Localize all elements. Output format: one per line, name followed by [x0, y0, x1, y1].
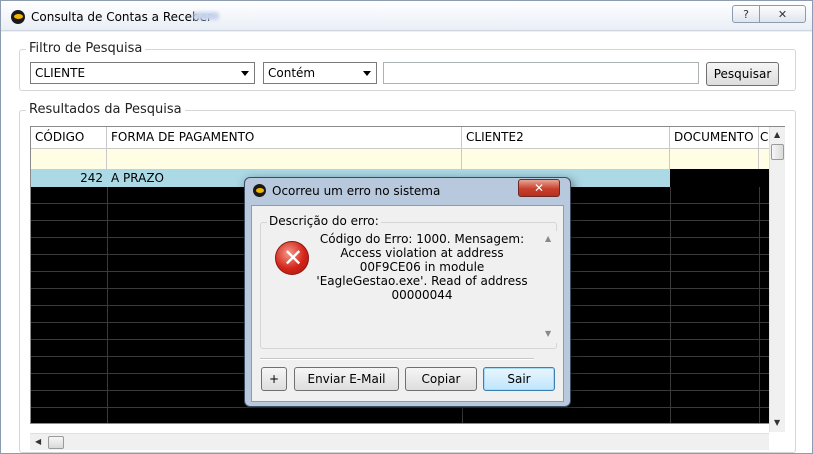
redacted-title-suffix — [193, 12, 219, 20]
grid-header: CÓDIGO FORMA DE PAGAMENTO CLIENTE2 DOCUM… — [31, 127, 769, 149]
expand-button[interactable]: + — [261, 367, 287, 391]
scroll-down-icon[interactable]: ▼ — [774, 418, 780, 427]
close-button[interactable]: ✕ — [760, 5, 806, 23]
scroll-up-icon[interactable]: ▲ — [774, 130, 780, 139]
operator-select[interactable]: Contém — [263, 62, 377, 84]
scroll-thumb[interactable] — [771, 144, 784, 160]
error-message-line: 00F9CE06 in module — [359, 260, 485, 274]
column-header-c[interactable]: C — [759, 127, 769, 149]
scroll-up-icon[interactable]: ▲ — [545, 234, 551, 243]
field-select-value: CLIENTE — [35, 66, 86, 80]
dialog-title-bar[interactable]: Ocorreu um erro no sistema ✕ — [245, 178, 570, 202]
filter-cell[interactable] — [759, 149, 769, 169]
results-group-label: Resultados da Pesquisa — [26, 102, 185, 117]
filter-cell[interactable] — [462, 149, 670, 169]
vertical-scrollbar[interactable]: ▲ ▼ — [769, 127, 785, 432]
column-divider — [759, 187, 760, 423]
column-header-codigo[interactable]: CÓDIGO — [31, 127, 107, 149]
column-header-cliente2[interactable]: CLIENTE2 — [462, 127, 670, 149]
field-select[interactable]: CLIENTE — [30, 62, 255, 84]
error-description-label: Descrição do erro: — [267, 214, 381, 228]
error-message-line: 00000044 — [391, 288, 453, 302]
error-message: Código do Erro: 1000. Mensagem: Access v… — [311, 232, 533, 302]
dialog-body: Descrição do erro: ✕ Código do Erro: 100… — [251, 205, 564, 402]
error-description-group: Descrição do erro: ✕ Código do Erro: 100… — [260, 214, 557, 349]
error-dialog: Ocorreu um erro no sistema ✕ Descrição d… — [244, 177, 571, 407]
filter-cell[interactable] — [31, 149, 107, 169]
error-message-box[interactable]: ✕ Código do Erro: 1000. Mensagem: Access… — [267, 231, 557, 343]
filter-group-label: Filtro de Pesquisa — [26, 41, 146, 56]
column-divider — [670, 187, 671, 423]
error-message-line: Access violation at address — [340, 246, 504, 260]
filter-cell[interactable] — [670, 149, 759, 169]
message-scrollbar[interactable]: ▲ ▼ — [541, 231, 557, 343]
main-window: Consulta de Contas a Receber ? ✕ Filtro … — [0, 0, 813, 454]
title-bar[interactable]: Consulta de Contas a Receber ? ✕ — [1, 1, 812, 31]
exit-button[interactable]: Sair — [483, 367, 555, 391]
window-title: Consulta de Contas a Receber — [31, 10, 212, 24]
separator — [260, 358, 534, 360]
dialog-close-button[interactable]: ✕ — [518, 179, 560, 197]
dialog-title: Ocorreu um erro no sistema — [272, 184, 441, 198]
cell-codigo: 242 — [31, 169, 107, 187]
search-input[interactable] — [383, 62, 699, 84]
help-button[interactable]: ? — [732, 5, 760, 23]
chevron-down-icon — [363, 71, 371, 76]
copy-button[interactable]: Copiar — [405, 367, 477, 391]
cell-c — [759, 169, 769, 187]
error-message-line: 'EagleGestao.exe'. Read of address — [316, 274, 528, 288]
scroll-down-icon[interactable]: ▼ — [545, 329, 551, 338]
filter-cell[interactable] — [107, 149, 462, 169]
column-divider — [107, 187, 108, 423]
cell-documento — [670, 169, 759, 187]
column-header-documento[interactable]: DOCUMENTO — [670, 127, 759, 149]
horizontal-scrollbar[interactable]: ◀ — [30, 433, 769, 450]
error-message-line: Código do Erro: 1000. Mensagem: — [319, 232, 525, 246]
chevron-down-icon — [241, 71, 249, 76]
scroll-left-icon[interactable]: ◀ — [35, 437, 41, 446]
eagle-logo-icon — [253, 184, 266, 197]
send-email-button[interactable]: Enviar E-Mail — [294, 367, 399, 391]
column-header-forma-pagamento[interactable]: FORMA DE PAGAMENTO — [107, 127, 462, 149]
scroll-thumb[interactable] — [48, 436, 64, 449]
operator-select-value: Contém — [268, 66, 316, 80]
error-x-icon: ✕ — [275, 241, 309, 275]
caption-buttons: ? ✕ — [732, 5, 806, 23]
eagle-logo-icon — [11, 10, 25, 24]
search-button[interactable]: Pesquisar — [706, 62, 779, 86]
grid-filter-row[interactable] — [31, 149, 769, 169]
